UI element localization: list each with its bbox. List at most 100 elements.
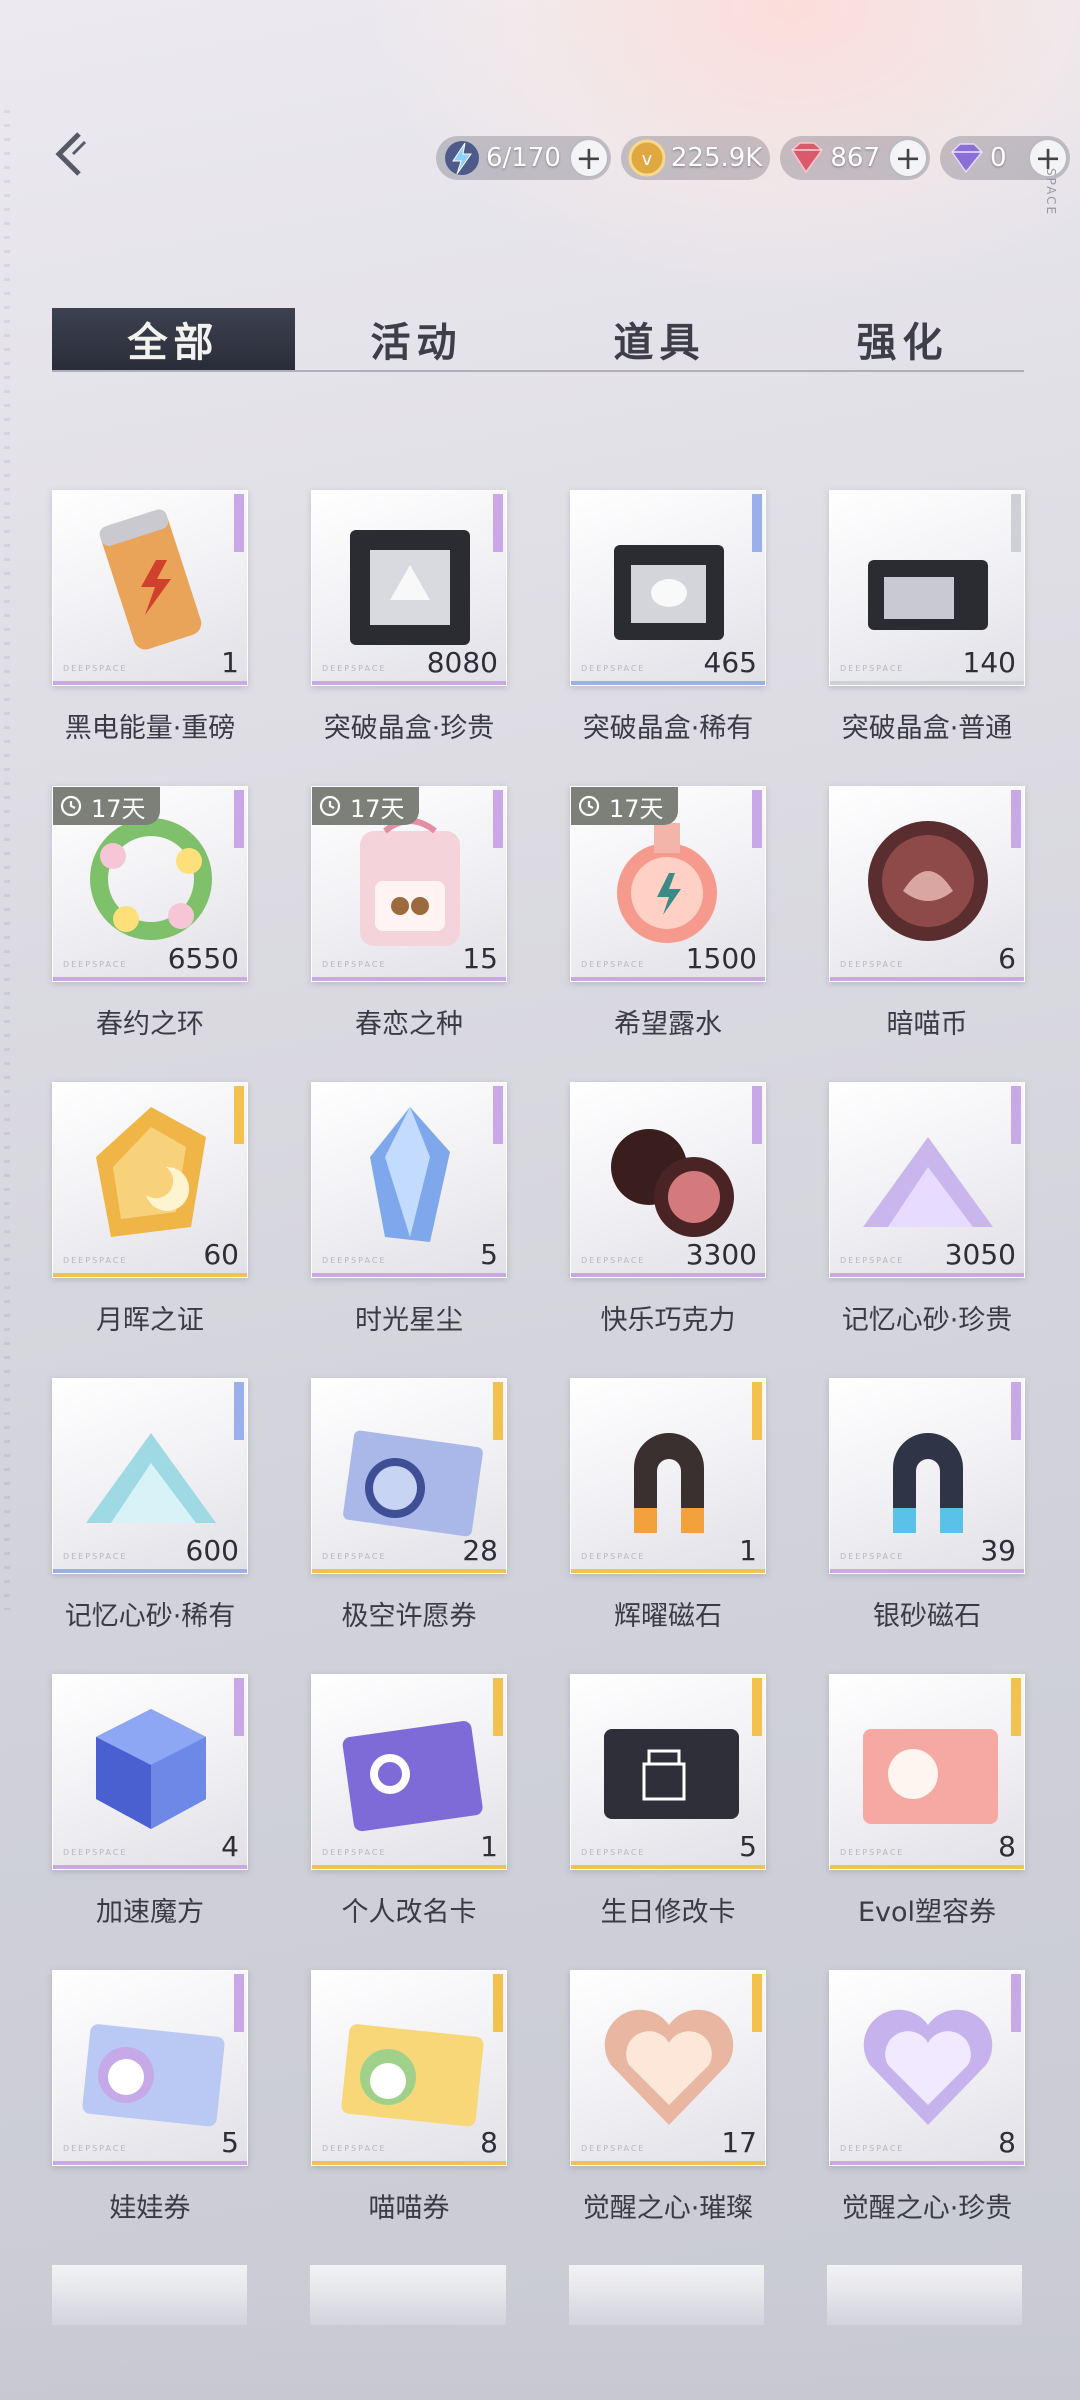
item-card[interactable]: DEEPSPACE 1 bbox=[570, 1378, 766, 1574]
stamina-value: 6/170 bbox=[485, 143, 561, 173]
item-card[interactable]: DEEPSPACE 39 bbox=[829, 1378, 1025, 1574]
item-card[interactable]: DEEPSPACE 60 bbox=[52, 1082, 248, 1278]
item-card[interactable]: DEEPSPACE 3050 bbox=[829, 1082, 1025, 1278]
item-name: 黑电能量·重磅 bbox=[64, 713, 236, 744]
item-card[interactable]: DEEPSPACE 600 bbox=[52, 1378, 248, 1574]
rarity-stripe bbox=[234, 1382, 244, 1440]
item-quantity: 39 bbox=[980, 1534, 1016, 1567]
purple-diamond-icon bbox=[944, 136, 988, 180]
brand-text: DEEPSPACE bbox=[63, 960, 128, 969]
rarity-stripe bbox=[234, 1678, 244, 1736]
blue-sand-icon bbox=[86, 1433, 216, 1523]
timer-badge: 17天 bbox=[53, 787, 160, 825]
red-diamond-value: 867 bbox=[830, 143, 880, 173]
back-button[interactable] bbox=[44, 126, 94, 182]
rarity-stripe bbox=[752, 790, 762, 848]
crystal-box-medium-icon bbox=[614, 545, 724, 640]
item-cell: DEEPSPACE 8080 突破晶盒·珍贵 bbox=[311, 490, 507, 786]
item-card[interactable]: DEEPSPACE 8 bbox=[311, 1970, 507, 2166]
item-cell: DEEPSPACE 4 加速魔方 bbox=[52, 1674, 248, 1970]
rarity-stripe bbox=[752, 494, 762, 552]
birthday-card-icon bbox=[604, 1729, 739, 1819]
item-card[interactable]: DEEPSPACE 17天 6550 bbox=[52, 786, 248, 982]
brand-text: DEEPSPACE bbox=[322, 664, 387, 673]
item-cell: DEEPSPACE 5 生日修改卡 bbox=[570, 1674, 766, 1970]
item-card[interactable]: DEEPSPACE 465 bbox=[570, 490, 766, 686]
item-cell: DEEPSPACE 1 个人改名卡 bbox=[311, 1674, 507, 1970]
rarity-bar bbox=[312, 681, 506, 685]
clock-icon bbox=[319, 795, 341, 817]
item-cell: DEEPSPACE 1 黑电能量·重磅 bbox=[52, 490, 248, 786]
category-tabs: 全部 活动 道具 强化 bbox=[52, 308, 1024, 372]
brand-text: DEEPSPACE bbox=[322, 1552, 387, 1561]
item-cell: DEEPSPACE 60 月晖之证 bbox=[52, 1082, 248, 1378]
item-quantity: 8 bbox=[480, 2126, 498, 2159]
rarity-bar bbox=[830, 1865, 1024, 1869]
item-name: 极空许愿券 bbox=[341, 1601, 477, 1632]
rarity-bar bbox=[312, 2161, 506, 2165]
timer-text: 17天 bbox=[609, 794, 664, 823]
item-card[interactable]: DEEPSPACE 6 bbox=[829, 786, 1025, 982]
tab-enhance[interactable]: 强化 bbox=[781, 308, 1024, 370]
item-card[interactable]: DEEPSPACE 5 bbox=[52, 1970, 248, 2166]
rarity-bar bbox=[312, 977, 506, 981]
item-card[interactable]: DEEPSPACE 28 bbox=[311, 1378, 507, 1574]
rarity-stripe bbox=[1011, 1974, 1021, 2032]
item-cell: DEEPSPACE 17天 6550 春约之环 bbox=[52, 786, 248, 1082]
tab-items[interactable]: 道具 bbox=[538, 308, 781, 370]
item-card[interactable]: DEEPSPACE 17天 1500 bbox=[570, 786, 766, 982]
item-quantity: 60 bbox=[203, 1238, 239, 1271]
item-card[interactable]: DEEPSPACE 8080 bbox=[311, 490, 507, 686]
item-cell: DEEPSPACE 600 记忆心砂·稀有 bbox=[52, 1378, 248, 1674]
item-card[interactable]: DEEPSPACE 4 bbox=[52, 1674, 248, 1870]
item-card[interactable]: DEEPSPACE 17天 15 bbox=[311, 786, 507, 982]
item-card[interactable]: DEEPSPACE 17 bbox=[570, 1970, 766, 2166]
brand-text: DEEPSPACE bbox=[840, 1552, 905, 1561]
energy-can-icon bbox=[99, 509, 202, 650]
item-card[interactable]: DEEPSPACE 140 bbox=[829, 490, 1025, 686]
tab-all[interactable]: 全部 bbox=[52, 308, 295, 370]
chocolate-icon bbox=[611, 1129, 734, 1237]
rarity-bar bbox=[830, 1569, 1024, 1573]
rarity-stripe bbox=[493, 1382, 503, 1440]
item-cell: DEEPSPACE 5 娃娃券 bbox=[52, 1970, 248, 2266]
item-name: 银砂磁石 bbox=[873, 1601, 981, 1632]
item-quantity: 5 bbox=[739, 1830, 757, 1863]
item-name: 春恋之种 bbox=[355, 1009, 463, 1040]
rarity-stripe bbox=[234, 1974, 244, 2032]
item-quantity: 6 bbox=[998, 942, 1016, 975]
item-name: 记忆心砂·珍贵 bbox=[841, 1305, 1013, 1336]
item-quantity: 600 bbox=[185, 1534, 239, 1567]
rarity-bar bbox=[571, 681, 765, 685]
stamina-bolt-icon bbox=[440, 136, 484, 180]
item-cell: DEEPSPACE 1 辉曜磁石 bbox=[570, 1378, 766, 1674]
tab-activity[interactable]: 活动 bbox=[295, 308, 538, 370]
item-cell: DEEPSPACE 17 觉醒之心·璀璨 bbox=[570, 1970, 766, 2266]
add-red-diamond-button[interactable]: + bbox=[888, 138, 928, 178]
item-card[interactable]: DEEPSPACE 1 bbox=[52, 490, 248, 686]
rarity-bar bbox=[830, 2161, 1024, 2165]
item-quantity: 5 bbox=[480, 1238, 498, 1271]
item-card[interactable]: DEEPSPACE 8 bbox=[829, 1674, 1025, 1870]
add-stamina-button[interactable]: + bbox=[568, 138, 609, 178]
item-card[interactable]: DEEPSPACE 8 bbox=[829, 1970, 1025, 2166]
item-quantity: 1 bbox=[221, 646, 239, 679]
item-cell: DEEPSPACE 17天 15 春恋之种 bbox=[311, 786, 507, 1082]
rarity-stripe bbox=[752, 1086, 762, 1144]
rarity-bar bbox=[571, 1865, 765, 1869]
rarity-bar bbox=[830, 681, 1024, 685]
item-quantity: 465 bbox=[703, 646, 757, 679]
brand-text: DEEPSPACE bbox=[63, 2144, 128, 2153]
brand-text: DEEPSPACE bbox=[840, 1256, 905, 1265]
item-card[interactable]: DEEPSPACE 5 bbox=[570, 1674, 766, 1870]
rarity-stripe bbox=[493, 1086, 503, 1144]
item-name: 突破晶盒·珍贵 bbox=[323, 713, 495, 744]
brand-text: DEEPSPACE bbox=[581, 960, 646, 969]
item-card[interactable]: DEEPSPACE 3300 bbox=[570, 1082, 766, 1278]
item-card[interactable]: DEEPSPACE 5 bbox=[311, 1082, 507, 1278]
item-quantity: 6550 bbox=[167, 942, 239, 975]
cube-icon bbox=[96, 1709, 206, 1829]
item-card[interactable]: DEEPSPACE 1 bbox=[311, 1674, 507, 1870]
item-cell: DEEPSPACE 17天 1500 希望露水 bbox=[570, 786, 766, 1082]
currency-red-diamond: 867 + bbox=[780, 136, 930, 180]
